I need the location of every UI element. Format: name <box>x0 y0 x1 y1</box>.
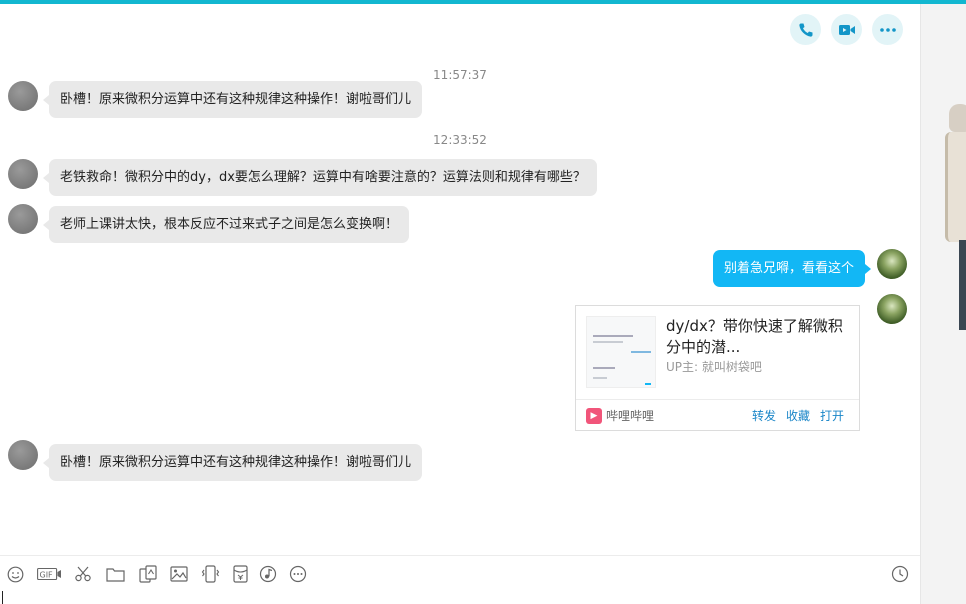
sticker-icon[interactable] <box>138 564 158 584</box>
card-uploader: UP主: 就叫树袋吧 <box>666 360 762 374</box>
incoming-message: 老师上课讲太快，根本反应不过来式子之间是怎么变换啊！ <box>42 206 410 243</box>
input-toolbar: GIF <box>0 555 920 591</box>
header-actions <box>790 14 903 45</box>
self-avatar[interactable] <box>877 294 907 324</box>
message-input[interactable] <box>0 591 920 604</box>
gif-icon[interactable]: GIF <box>36 564 62 584</box>
red-packet-icon[interactable] <box>230 564 250 584</box>
outgoing-message: 别着急兄嘚，看看这个 <box>713 250 872 287</box>
more-icon[interactable] <box>872 14 903 45</box>
emoji-icon[interactable] <box>5 564 25 584</box>
forward-link[interactable]: 转发 <box>752 407 776 424</box>
history-icon[interactable] <box>890 564 910 584</box>
video-thumbnail <box>586 316 656 388</box>
timestamp: 12:33:52 <box>433 133 487 147</box>
folder-icon[interactable] <box>105 564 125 584</box>
svg-text:GIF: GIF <box>39 571 53 580</box>
profile-figure <box>949 104 966 132</box>
timestamp: 11:57:37 <box>433 68 487 82</box>
profile-figure-body <box>945 132 966 242</box>
contact-profile-panel <box>920 4 966 604</box>
contact-avatar[interactable] <box>8 159 38 189</box>
card-source: 哔哩哔哩 <box>606 409 655 423</box>
bilibili-logo-icon: ▶ <box>586 408 602 424</box>
contact-avatar[interactable] <box>8 440 38 470</box>
card-footer: ▶ 哔哩哔哩 转发 收藏 打开 <box>576 399 859 431</box>
more-options-icon[interactable] <box>288 564 308 584</box>
phone-icon[interactable] <box>790 14 821 45</box>
shared-video-card[interactable]: dy/dx？带你快速了解微积分中的潜... UP主: 就叫树袋吧 ▶ 哔哩哔哩 … <box>575 305 860 431</box>
text-caret <box>2 591 3 604</box>
chat-panel: 11:57:37 卧槽！原来微积分运算中还有这种规律这种操作！谢啦哥们儿 12:… <box>0 4 920 604</box>
video-call-icon[interactable] <box>831 14 862 45</box>
scissors-icon[interactable] <box>73 564 93 584</box>
shake-icon[interactable] <box>200 564 220 584</box>
contact-avatar[interactable] <box>8 204 38 234</box>
incoming-message: 卧槽！原来微积分运算中还有这种规律这种操作！谢啦哥们儿 <box>42 81 423 118</box>
card-title[interactable]: dy/dx？带你快速了解微积分中的潜... <box>666 316 851 358</box>
open-link[interactable]: 打开 <box>820 407 844 424</box>
self-avatar[interactable] <box>877 249 907 279</box>
incoming-message: 老铁救命！微积分中的dy，dx要怎么理解？运算中有啥要注意的？运算法则和规律有哪… <box>43 159 597 196</box>
profile-figure-leg <box>959 240 966 330</box>
contact-avatar[interactable] <box>8 81 38 111</box>
image-icon[interactable] <box>169 564 189 584</box>
music-icon[interactable] <box>258 564 278 584</box>
incoming-message: 卧槽！原来微积分运算中还有这种规律这种操作！谢啦哥们儿 <box>42 444 423 481</box>
favorite-link[interactable]: 收藏 <box>786 407 810 424</box>
